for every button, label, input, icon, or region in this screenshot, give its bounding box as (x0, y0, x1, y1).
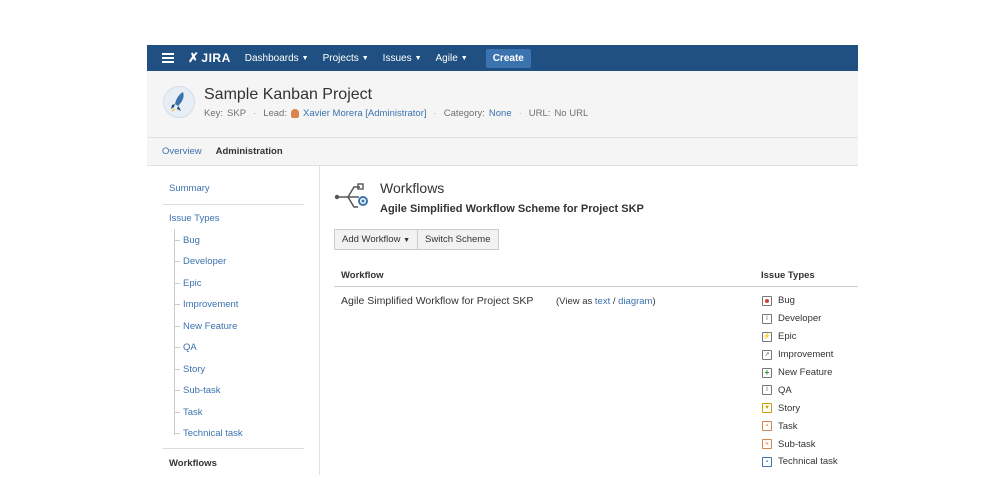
list-item: ↗ Improvement (762, 346, 838, 364)
sidebar-item-issue-types[interactable]: Issue Types (169, 213, 220, 224)
nav-dashboards[interactable]: Dashboards ▼ (245, 53, 309, 64)
nav-issues[interactable]: Issues ▼ (383, 53, 422, 64)
column-header-issue-types: Issue Types (761, 270, 815, 281)
project-title: Sample Kanban Project (204, 86, 373, 103)
scheme-name: Agile Simplified Workflow Scheme for Pro… (380, 203, 644, 215)
sidebar-item-improvement[interactable]: Improvement (173, 299, 238, 310)
sub-task-icon: ↳ (762, 439, 772, 450)
switch-scheme-button[interactable]: Switch Scheme (418, 229, 499, 250)
issue-types-list: Bug I Developer ⚡ Epic ↗ Improvement + N… (762, 292, 838, 471)
admin-sidebar: Summary Issue Types Bug Developer Epic I… (147, 165, 320, 475)
project-meta: Key: SKP · Lead: Xavier Morera [Administ… (204, 108, 589, 119)
create-button[interactable]: Create (485, 48, 531, 68)
sidebar-item-sub-task[interactable]: Sub-task (174, 385, 221, 396)
workflow-actions: Add Workflow ▼ Switch Scheme (334, 229, 499, 250)
sidebar-item-developer[interactable]: Developer (173, 256, 226, 267)
sidebar-item-bug[interactable]: Bug (174, 235, 200, 246)
chevron-down-icon: ▼ (414, 54, 422, 62)
jira-logo-icon: ✗ (188, 50, 200, 65)
sidebar-item-task[interactable]: Task (174, 407, 203, 418)
project-header: Sample Kanban Project Key: SKP · Lead: X… (147, 71, 858, 137)
sidebar-item-new-feature[interactable]: New Feature (173, 321, 237, 332)
chevron-down-icon: ▼ (301, 54, 309, 62)
new-feature-icon: + (762, 367, 772, 378)
workflow-name: Agile Simplified Workflow for Project SK… (341, 295, 534, 307)
view-as-text-link[interactable]: text (595, 296, 610, 307)
list-item: Bug (762, 292, 838, 310)
list-item: ↳ Sub-task (762, 435, 838, 453)
improvement-icon: ↗ (762, 349, 772, 360)
project-url: No URL (554, 108, 589, 119)
sidebar-divider (163, 448, 304, 449)
list-item: + New Feature (762, 364, 838, 382)
menu-icon[interactable] (162, 53, 174, 63)
developer-icon: I (762, 313, 772, 324)
top-nav: ✗ JIRA Dashboards ▼ Projects ▼ Issues ▼ Agi… (147, 45, 858, 71)
page-title: Workflows (380, 180, 445, 196)
qa-icon: I (762, 385, 772, 396)
chevron-down-icon: ▼ (460, 54, 468, 62)
workflow-icon (334, 183, 368, 208)
list-item: I Developer (762, 310, 838, 328)
sidebar-item-workflows[interactable]: Workflows (169, 458, 217, 469)
add-workflow-button[interactable]: Add Workflow ▼ (334, 229, 419, 250)
sidebar-item-epic[interactable]: Epic (173, 278, 201, 289)
list-item: ▪ Technical task (762, 453, 838, 471)
project-category-link[interactable]: None (489, 108, 512, 119)
project-key: SKP (227, 108, 247, 119)
list-item: ⚡ Epic (762, 331, 797, 343)
chevron-down-icon: ▼ (361, 54, 369, 62)
jira-page: ✗ JIRA Dashboards ▼ Projects ▼ Issues ▼ Agi… (147, 45, 858, 475)
user-avatar-icon (290, 109, 299, 118)
view-as-diagram-link[interactable]: diagram (618, 296, 652, 307)
sidebar-tree-line (174, 229, 175, 435)
sidebar-divider (163, 204, 304, 205)
project-tabs: Overview Administration (147, 137, 858, 166)
project-lead-link[interactable]: Xavier Morera [Administrator] (303, 108, 427, 119)
list-item: I QA (762, 381, 838, 399)
list-item: ▪ Task (762, 417, 838, 435)
sidebar-item-technical-task[interactable]: Technical task (174, 428, 243, 439)
technical-task-icon: ▪ (762, 456, 772, 467)
tab-administration[interactable]: Administration (216, 146, 283, 157)
bug-icon (762, 295, 772, 306)
column-header-workflow: Workflow (341, 270, 384, 281)
workflow-table-header: Workflow Issue Types (334, 263, 858, 287)
nav-projects[interactable]: Projects ▼ (323, 53, 369, 64)
project-avatar[interactable] (163, 86, 195, 118)
chevron-down-icon: ▼ (403, 237, 411, 244)
list-item: ♥ Story (762, 399, 838, 417)
nav-agile[interactable]: Agile ▼ (436, 53, 468, 64)
sidebar-item-summary[interactable]: Summary (169, 183, 210, 194)
view-as-links: (View as text / diagram) (556, 296, 656, 307)
task-icon: ▪ (762, 421, 772, 432)
sidebar-item-story[interactable]: Story (173, 364, 205, 375)
jira-logo[interactable]: ✗ JIRA (188, 50, 231, 66)
sidebar-item-qa[interactable]: QA (174, 342, 197, 353)
rocket-icon (171, 92, 184, 112)
epic-icon: ⚡ (762, 331, 772, 342)
tab-overview[interactable]: Overview (162, 146, 202, 157)
story-icon: ♥ (762, 403, 772, 414)
